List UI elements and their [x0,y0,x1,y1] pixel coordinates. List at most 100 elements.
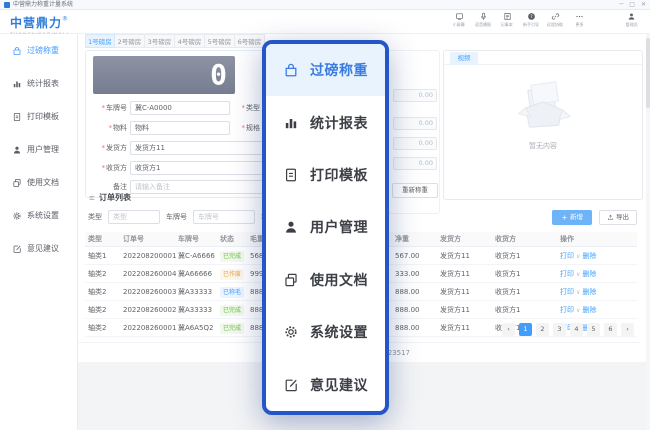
document-icon [283,167,299,183]
status-badge: 已称毛 [220,287,244,298]
page-2[interactable]: 2 [536,323,549,336]
filter-type-label: 类型 [88,212,102,222]
delete-link[interactable]: 删除 [582,252,596,260]
page-4[interactable]: 4 [570,323,583,336]
add-order-button[interactable]: 新增 [552,210,592,225]
menu-item-print-template[interactable]: 打印模板 [266,149,385,201]
chevron-down-icon[interactable]: ∨ [576,289,580,296]
tab-scale-5[interactable]: 5号磅房 [205,34,235,48]
print-link[interactable]: 打印 [560,252,574,260]
sidebar-item-settings[interactable]: 系统设置 [0,199,77,232]
brand-name: 中营鼎力 [10,16,62,30]
chevron-down-icon[interactable]: ∨ [576,271,580,278]
video-tab-strip: 视频 [444,51,642,65]
video-empty-state: 暂无内容 [444,75,642,151]
filter-type-input[interactable]: 类型 [108,210,160,224]
weight-field[interactable]: 0.00 [393,89,437,102]
tab-scale-4[interactable]: 4号磅房 [175,34,205,48]
delete-link[interactable]: 删除 [582,270,596,278]
page-6[interactable]: 6 [604,323,617,336]
menu-item-user-management[interactable]: 用户管理 [266,201,385,253]
link-icon [551,12,560,21]
minimize-button[interactable]: ─ [620,0,624,10]
tool-label: 记事本 [501,22,513,27]
scrollbar[interactable] [646,34,650,430]
print-link[interactable]: 打印 [560,288,574,296]
sidebar-item-user-management[interactable]: 用户管理 [0,133,77,166]
help-circle-icon [527,12,536,21]
weigh-icon [12,46,22,56]
gear-icon [283,324,299,340]
small-screen-button[interactable]: 小屏幕 [448,12,470,28]
notepad-icon [503,12,512,21]
status-badge: 已完成 [220,323,244,334]
menu-item-reports[interactable]: 统计报表 [266,96,385,148]
remote-assist-button[interactable]: 远程协助 [544,12,566,28]
tab-scale-1[interactable]: 1号磅房 [85,34,115,48]
user-menu[interactable]: 管理员 [625,12,639,28]
spec-label: *规格 [236,123,260,133]
sidebar-item-docs[interactable]: 使用文档 [0,166,77,199]
sidebar-item-reports[interactable]: 统计报表 [0,67,77,100]
tab-scale-6[interactable]: 6号磅房 [235,34,265,48]
menu-item-settings[interactable]: 系统设置 [266,306,385,358]
edit-icon [283,377,299,393]
scrollbar-thumb[interactable] [646,38,650,108]
gear-icon [12,211,22,221]
nav-menu-popup: 过磅称重 统计报表 打印模板 用户管理 使用文档 系统设置 意见建议 [262,40,389,415]
net-field[interactable]: 0.00 [393,157,437,170]
copy-docs-icon [283,272,299,288]
page-5[interactable]: 5 [587,323,600,336]
voice-broadcast-button[interactable]: 语音播报 [472,12,494,28]
tab-video[interactable]: 视频 [450,52,478,65]
tool-label: 小屏幕 [453,22,465,27]
app-window: 中营鼎力称重计量系统 ─ □ ✕ 中营鼎力® ZHONGYINGDINGLI 小… [0,0,650,430]
maximize-button[interactable]: □ [629,0,635,10]
window-app-icon [4,2,10,8]
page-3[interactable]: 3 [553,323,566,336]
export-button[interactable]: 导出 [599,210,637,225]
app-header: 中营鼎力® ZHONGYINGDINGLI 小屏幕 语音播报 记事本 新手引导 [0,10,650,34]
sidebar-item-weighing[interactable]: 过磅称重 [0,34,77,67]
menu-item-feedback[interactable]: 意见建议 [266,359,385,411]
chevron-down-icon[interactable]: ∨ [576,253,580,260]
reweigh-button[interactable]: 重新称重 [392,183,438,198]
tare-field[interactable]: 0.00 [393,137,437,150]
close-button[interactable]: ✕ [641,0,646,10]
gross-field[interactable]: 0.00 [393,117,437,130]
tab-scale-2[interactable]: 2号磅房 [115,34,145,48]
document-icon [12,112,22,122]
scale-tabs: 1号磅房 2号磅房 3号磅房 4号磅房 5号磅房 6号磅房 [85,34,265,48]
receiver-label: *收货方 [93,163,127,173]
delete-link[interactable]: 删除 [582,288,596,296]
delete-link[interactable]: 删除 [582,306,596,314]
sidebar-item-print-template[interactable]: 打印模板 [0,100,77,133]
filter-plate-input[interactable]: 车牌号 [193,210,255,224]
print-link[interactable]: 打印 [560,270,574,278]
plate-input[interactable]: 冀C-A0000 [130,101,230,115]
tab-scale-3[interactable]: 3号磅房 [145,34,175,48]
remark-label: 备注 [93,182,127,192]
microphone-icon [479,12,488,21]
page-prev[interactable]: ‹ [502,323,515,336]
tool-label: 语音播报 [475,22,491,27]
chevron-down-icon[interactable]: ∨ [576,307,580,314]
notepad-button[interactable]: 记事本 [496,12,518,28]
sidebar-item-feedback[interactable]: 意见建议 [0,232,77,265]
weight-display: 0 [93,56,235,94]
list-icon [88,194,96,202]
page-next[interactable]: › [621,323,634,336]
page-1[interactable]: 1 [519,323,532,336]
sidebar-nav: 过磅称重 统计报表 打印模板 用户管理 使用文档 系统设置 意见建议 [0,34,78,430]
print-link[interactable]: 打印 [560,306,574,314]
guide-button[interactable]: 新手引导 [520,12,542,28]
plus-icon [561,214,568,221]
menu-item-weighing[interactable]: 过磅称重 [266,44,385,96]
more-button[interactable]: 更多 [568,12,590,28]
menu-item-docs[interactable]: 使用文档 [266,254,385,306]
plate-label: *车牌号 [93,103,127,113]
material-input[interactable]: 物料 [130,121,230,135]
person-icon [12,145,22,155]
user-label: 管理员 [625,22,637,27]
status-badge: 已作废 [220,269,244,280]
